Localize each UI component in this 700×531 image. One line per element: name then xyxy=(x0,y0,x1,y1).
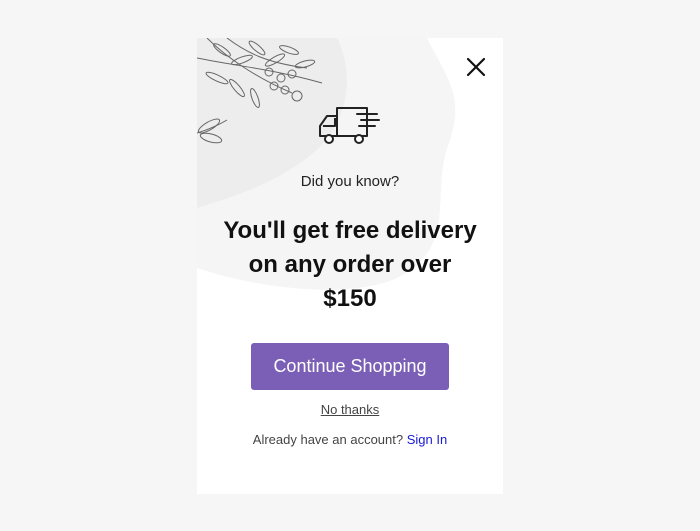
continue-shopping-button[interactable]: Continue Shopping xyxy=(251,343,449,390)
account-prompt: Already have an account? Sign In xyxy=(197,432,503,447)
sign-in-link[interactable]: Sign In xyxy=(407,432,447,447)
delivery-truck-icon xyxy=(319,107,380,144)
headline-line-3: $150 xyxy=(323,285,377,312)
no-thanks-link[interactable]: No thanks xyxy=(321,402,380,417)
promo-modal: Did you know? You'll get free delivery o… xyxy=(197,38,503,494)
eyebrow-text: Did you know? xyxy=(300,173,400,190)
headline-line-1: You'll get free delivery xyxy=(223,217,477,244)
promo-headline: You'll get free delivery on any order ov… xyxy=(197,214,503,316)
headline-line-2: on any order over xyxy=(248,251,452,278)
foliage-illustration xyxy=(197,38,323,144)
close-icon[interactable] xyxy=(465,56,487,78)
account-prompt-text: Already have an account? xyxy=(252,432,404,447)
no-thanks-row: No thanks xyxy=(197,402,503,417)
